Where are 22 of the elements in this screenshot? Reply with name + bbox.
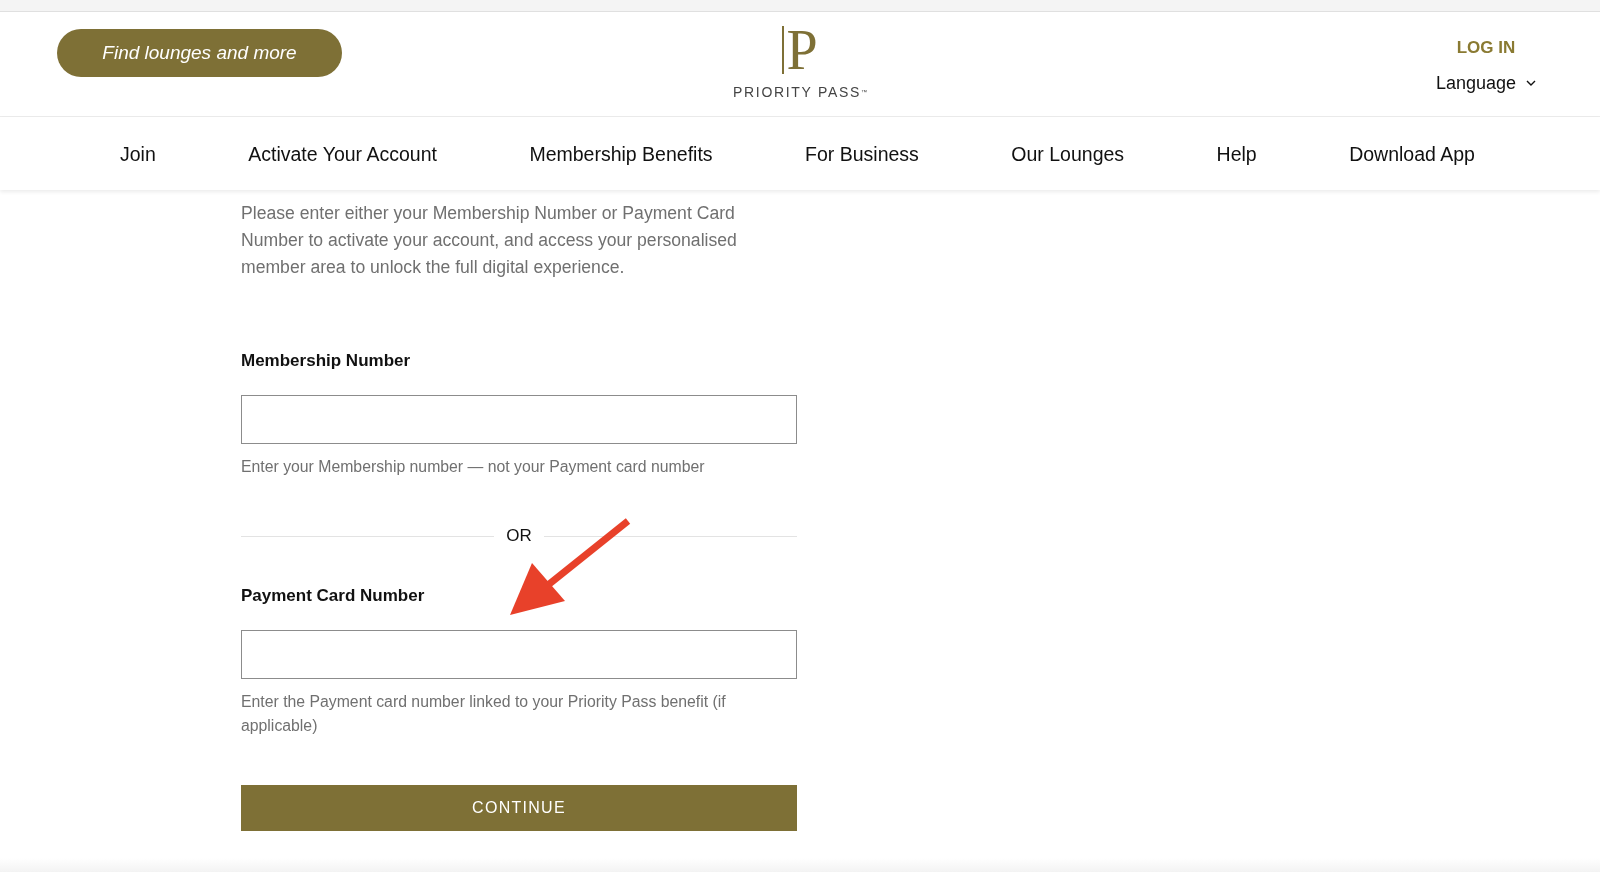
input-field[interactable] <box>241 395 797 444</box>
nav-link[interactable]: Download App <box>1349 141 1475 166</box>
nav-link[interactable]: Membership Benefits <box>529 141 713 166</box>
intro-text: Please enter either your Membership Number or Payment Card Number to activate your account, and access your personalised member area to unlock the full digital experience. <box>241 202 738 279</box>
field-hint: Enter the Payment card number linked to your Priority Pass benefit (if applicable) <box>241 692 727 736</box>
logo-mark: P <box>782 26 818 74</box>
language-button[interactable]: Language <box>1435 71 1536 95</box>
login-link[interactable]: LOG IN <box>1456 36 1516 60</box>
nav-link[interactable]: Help <box>1216 141 1257 166</box>
find-lounges-button[interactable]: Find lounges and more <box>57 29 342 77</box>
divider-text: OR <box>506 525 532 547</box>
field-hint: Enter your Membership number — not your Payment card number <box>241 457 706 477</box>
field-label: Membership Number <box>241 350 412 372</box>
chevron-down-icon <box>1526 80 1536 86</box>
logo-wordmark: PRIORITY PASS$^{™}$ <box>733 83 867 101</box>
nav-link[interactable]: Join <box>120 141 156 166</box>
field-label: Payment Card Number <box>241 585 426 607</box>
input-field[interactable] <box>241 630 797 679</box>
continue-button[interactable]: CONTINUE <box>241 785 797 831</box>
nav-link[interactable]: Activate Your Account <box>248 141 437 166</box>
nav-link[interactable]: Our Lounges <box>1011 141 1125 166</box>
nav-link[interactable]: For Business <box>805 141 919 166</box>
